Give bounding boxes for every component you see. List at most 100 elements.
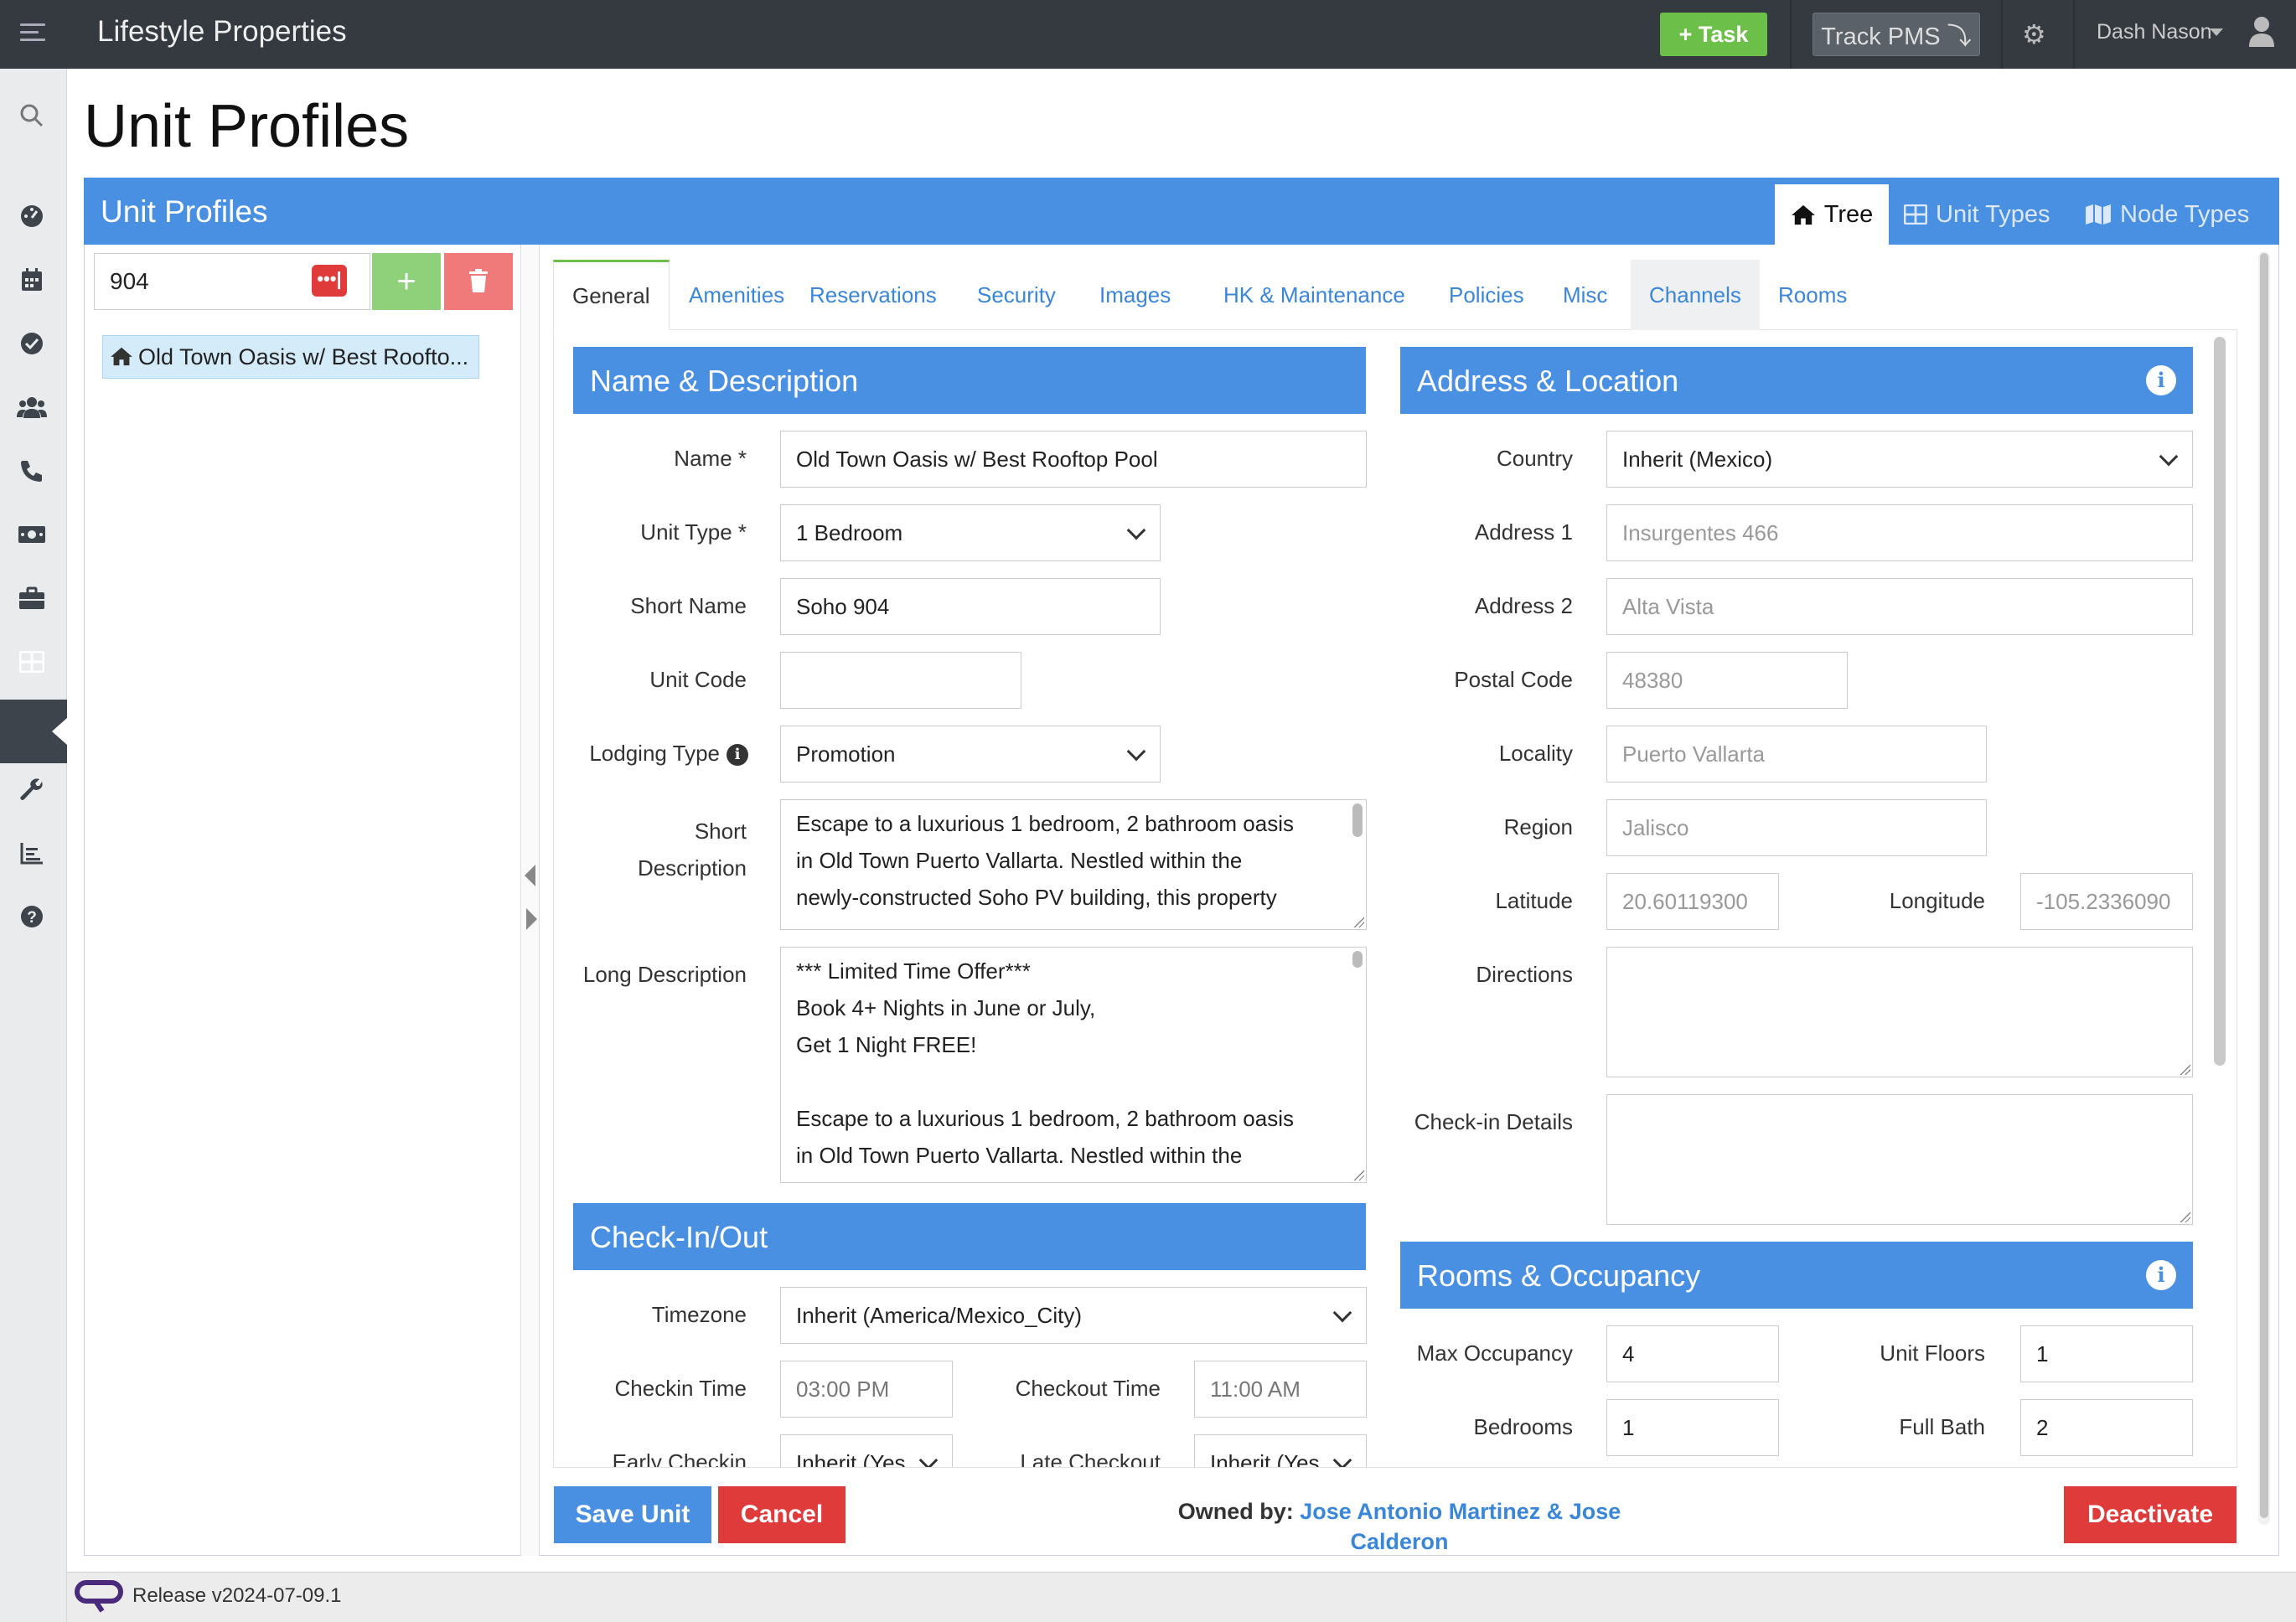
tab-misc[interactable]: Misc	[1544, 260, 1626, 330]
chevron-down-icon[interactable]	[2210, 28, 2223, 36]
tab-amenities[interactable]: Amenities	[670, 260, 803, 330]
search-icon[interactable]	[17, 101, 47, 131]
lodging-type-select[interactable]: Promotion	[780, 726, 1161, 783]
tab-general[interactable]: General	[553, 260, 670, 330]
checkin-details-textarea[interactable]	[1606, 1094, 2193, 1225]
hamburger-menu-icon[interactable]	[20, 23, 45, 42]
unit-code-input[interactable]	[780, 652, 1021, 709]
name-input[interactable]	[780, 431, 1367, 488]
tab-rooms[interactable]: Rooms	[1760, 260, 1865, 330]
region-label: Region	[1503, 814, 1573, 839]
unit-code-label: Unit Code	[649, 667, 747, 692]
checkout-time-input[interactable]: 11:00 AM	[1194, 1361, 1367, 1418]
wrench-icon[interactable]	[17, 774, 47, 804]
users-icon[interactable]	[17, 392, 47, 422]
resize-grip-icon[interactable]	[2179, 1211, 2190, 1222]
locality-input[interactable]	[1606, 726, 1987, 783]
postal-code-label: Postal Code	[1454, 667, 1573, 692]
gear-icon[interactable]: ⚙	[2022, 18, 2046, 50]
delete-unit-button[interactable]	[444, 253, 513, 310]
short-description-textarea[interactable]: Escape to a luxurious 1 bedroom, 2 bathr…	[780, 799, 1367, 930]
long-description-textarea[interactable]: *** Limited Time Offer*** Book 4+ Nights…	[780, 947, 1367, 1183]
name-label: Name *	[674, 446, 747, 471]
app-title[interactable]: Lifestyle Properties	[97, 15, 347, 49]
add-task-button[interactable]: + Task	[1660, 13, 1767, 56]
briefcase-icon[interactable]	[17, 583, 47, 613]
grid-icon[interactable]	[17, 647, 47, 677]
info-icon[interactable]: i	[2146, 365, 2176, 395]
longitude-input[interactable]	[2020, 873, 2193, 930]
tab-hk-maintenance[interactable]: HK & Maintenance	[1205, 260, 1424, 330]
top-bar: Lifestyle Properties + Task Track PMS ⤵ …	[0, 0, 2296, 69]
short-name-label: Short Name	[630, 593, 747, 618]
resize-grip-icon[interactable]	[1352, 1169, 1364, 1180]
chevron-down-icon	[1126, 741, 1146, 762]
address1-input[interactable]	[1606, 504, 2193, 561]
early-checkin-value: Inherit (Yes	[796, 1450, 906, 1468]
bedrooms-label: Bedrooms	[1473, 1414, 1574, 1439]
add-unit-button[interactable]: +	[372, 253, 441, 310]
save-unit-button[interactable]: Save Unit	[554, 1486, 711, 1543]
expand-right-icon[interactable]	[526, 908, 537, 930]
tab-security[interactable]: Security	[959, 260, 1074, 330]
home-icon	[1791, 204, 1815, 225]
late-checkout-select[interactable]: Inherit (Yes	[1194, 1434, 1367, 1467]
directions-label: Directions	[1476, 962, 1573, 987]
user-menu[interactable]: Dash Nason	[2097, 20, 2212, 44]
topbar-divider	[1790, 0, 1792, 69]
dashboard-icon[interactable]	[17, 201, 47, 231]
country-select[interactable]: Inherit (Mexico)	[1606, 431, 2193, 488]
unit-floors-input[interactable]	[2020, 1325, 2193, 1382]
checkin-time-input[interactable]: 03:00 PM	[780, 1361, 953, 1418]
cancel-button[interactable]: Cancel	[718, 1486, 845, 1543]
track-pms-button[interactable]: Track PMS ⤵	[1812, 13, 1980, 56]
unit-type-select[interactable]: 1 Bedroom	[780, 504, 1161, 561]
region-input[interactable]	[1606, 799, 1987, 856]
latitude-input[interactable]	[1606, 873, 1779, 930]
tree-item[interactable]: Old Town Oasis w/ Best Roofto...	[102, 335, 479, 379]
phone-icon[interactable]	[17, 456, 47, 486]
map-icon	[2086, 204, 2111, 225]
textarea-scrollbar[interactable]	[1352, 951, 1363, 968]
money-icon[interactable]	[17, 519, 47, 550]
textarea-scrollbar[interactable]	[1352, 803, 1363, 837]
chart-icon[interactable]	[17, 838, 47, 868]
tab-images[interactable]: Images	[1081, 260, 1189, 330]
tab-node-types[interactable]: Node Types	[2085, 184, 2249, 245]
directions-textarea[interactable]	[1606, 947, 2193, 1077]
max-occupancy-input[interactable]	[1606, 1325, 1779, 1382]
tab-tree-label: Tree	[1823, 200, 1874, 228]
help-icon[interactable]: ?	[17, 901, 47, 932]
user-icon[interactable]	[2248, 15, 2275, 49]
short-description-text: Escape to a luxurious 1 bedroom, 2 bathr…	[796, 811, 1295, 910]
owner-link[interactable]: Jose Antonio Martinez & Jose Calderon	[1300, 1499, 1621, 1554]
resize-grip-icon[interactable]	[2179, 1063, 2190, 1075]
panel-splitter[interactable]	[521, 245, 540, 1556]
info-icon[interactable]: i	[727, 744, 748, 766]
timezone-select[interactable]: Inherit (America/Mexico_City)	[780, 1287, 1367, 1344]
deactivate-button[interactable]: Deactivate	[2064, 1486, 2237, 1543]
collapse-left-icon[interactable]	[525, 865, 535, 886]
longitude-label: Longitude	[1889, 888, 1985, 913]
postal-code-input[interactable]	[1606, 652, 1848, 709]
page-scrollbar-thumb[interactable]	[2260, 253, 2268, 1518]
tab-reservations[interactable]: Reservations	[791, 260, 955, 330]
tab-channels[interactable]: Channels	[1631, 260, 1760, 330]
early-checkin-select[interactable]: Inherit (Yes	[780, 1434, 953, 1468]
full-bath-input[interactable]	[2020, 1399, 2193, 1456]
password-manager-icon[interactable]: •••|	[312, 265, 347, 297]
home-icon[interactable]	[17, 710, 47, 741]
tab-tree[interactable]: Tree	[1775, 184, 1889, 245]
resize-grip-icon[interactable]	[1352, 916, 1364, 927]
address2-input[interactable]	[1606, 578, 2193, 635]
short-name-input[interactable]	[780, 578, 1161, 635]
tab-unit-types[interactable]: Unit Types	[1904, 184, 2050, 245]
checkout-time-label: Checkout Time	[1015, 1376, 1161, 1401]
bedrooms-input[interactable]	[1606, 1399, 1779, 1456]
content-scrollbar[interactable]	[2214, 337, 2226, 1066]
check-circle-icon[interactable]	[17, 328, 47, 359]
info-icon[interactable]: i	[2146, 1260, 2176, 1290]
tab-policies[interactable]: Policies	[1430, 260, 1543, 330]
footer: Release v2024-07-09.1	[67, 1572, 2296, 1622]
calendar-icon[interactable]	[17, 265, 47, 295]
